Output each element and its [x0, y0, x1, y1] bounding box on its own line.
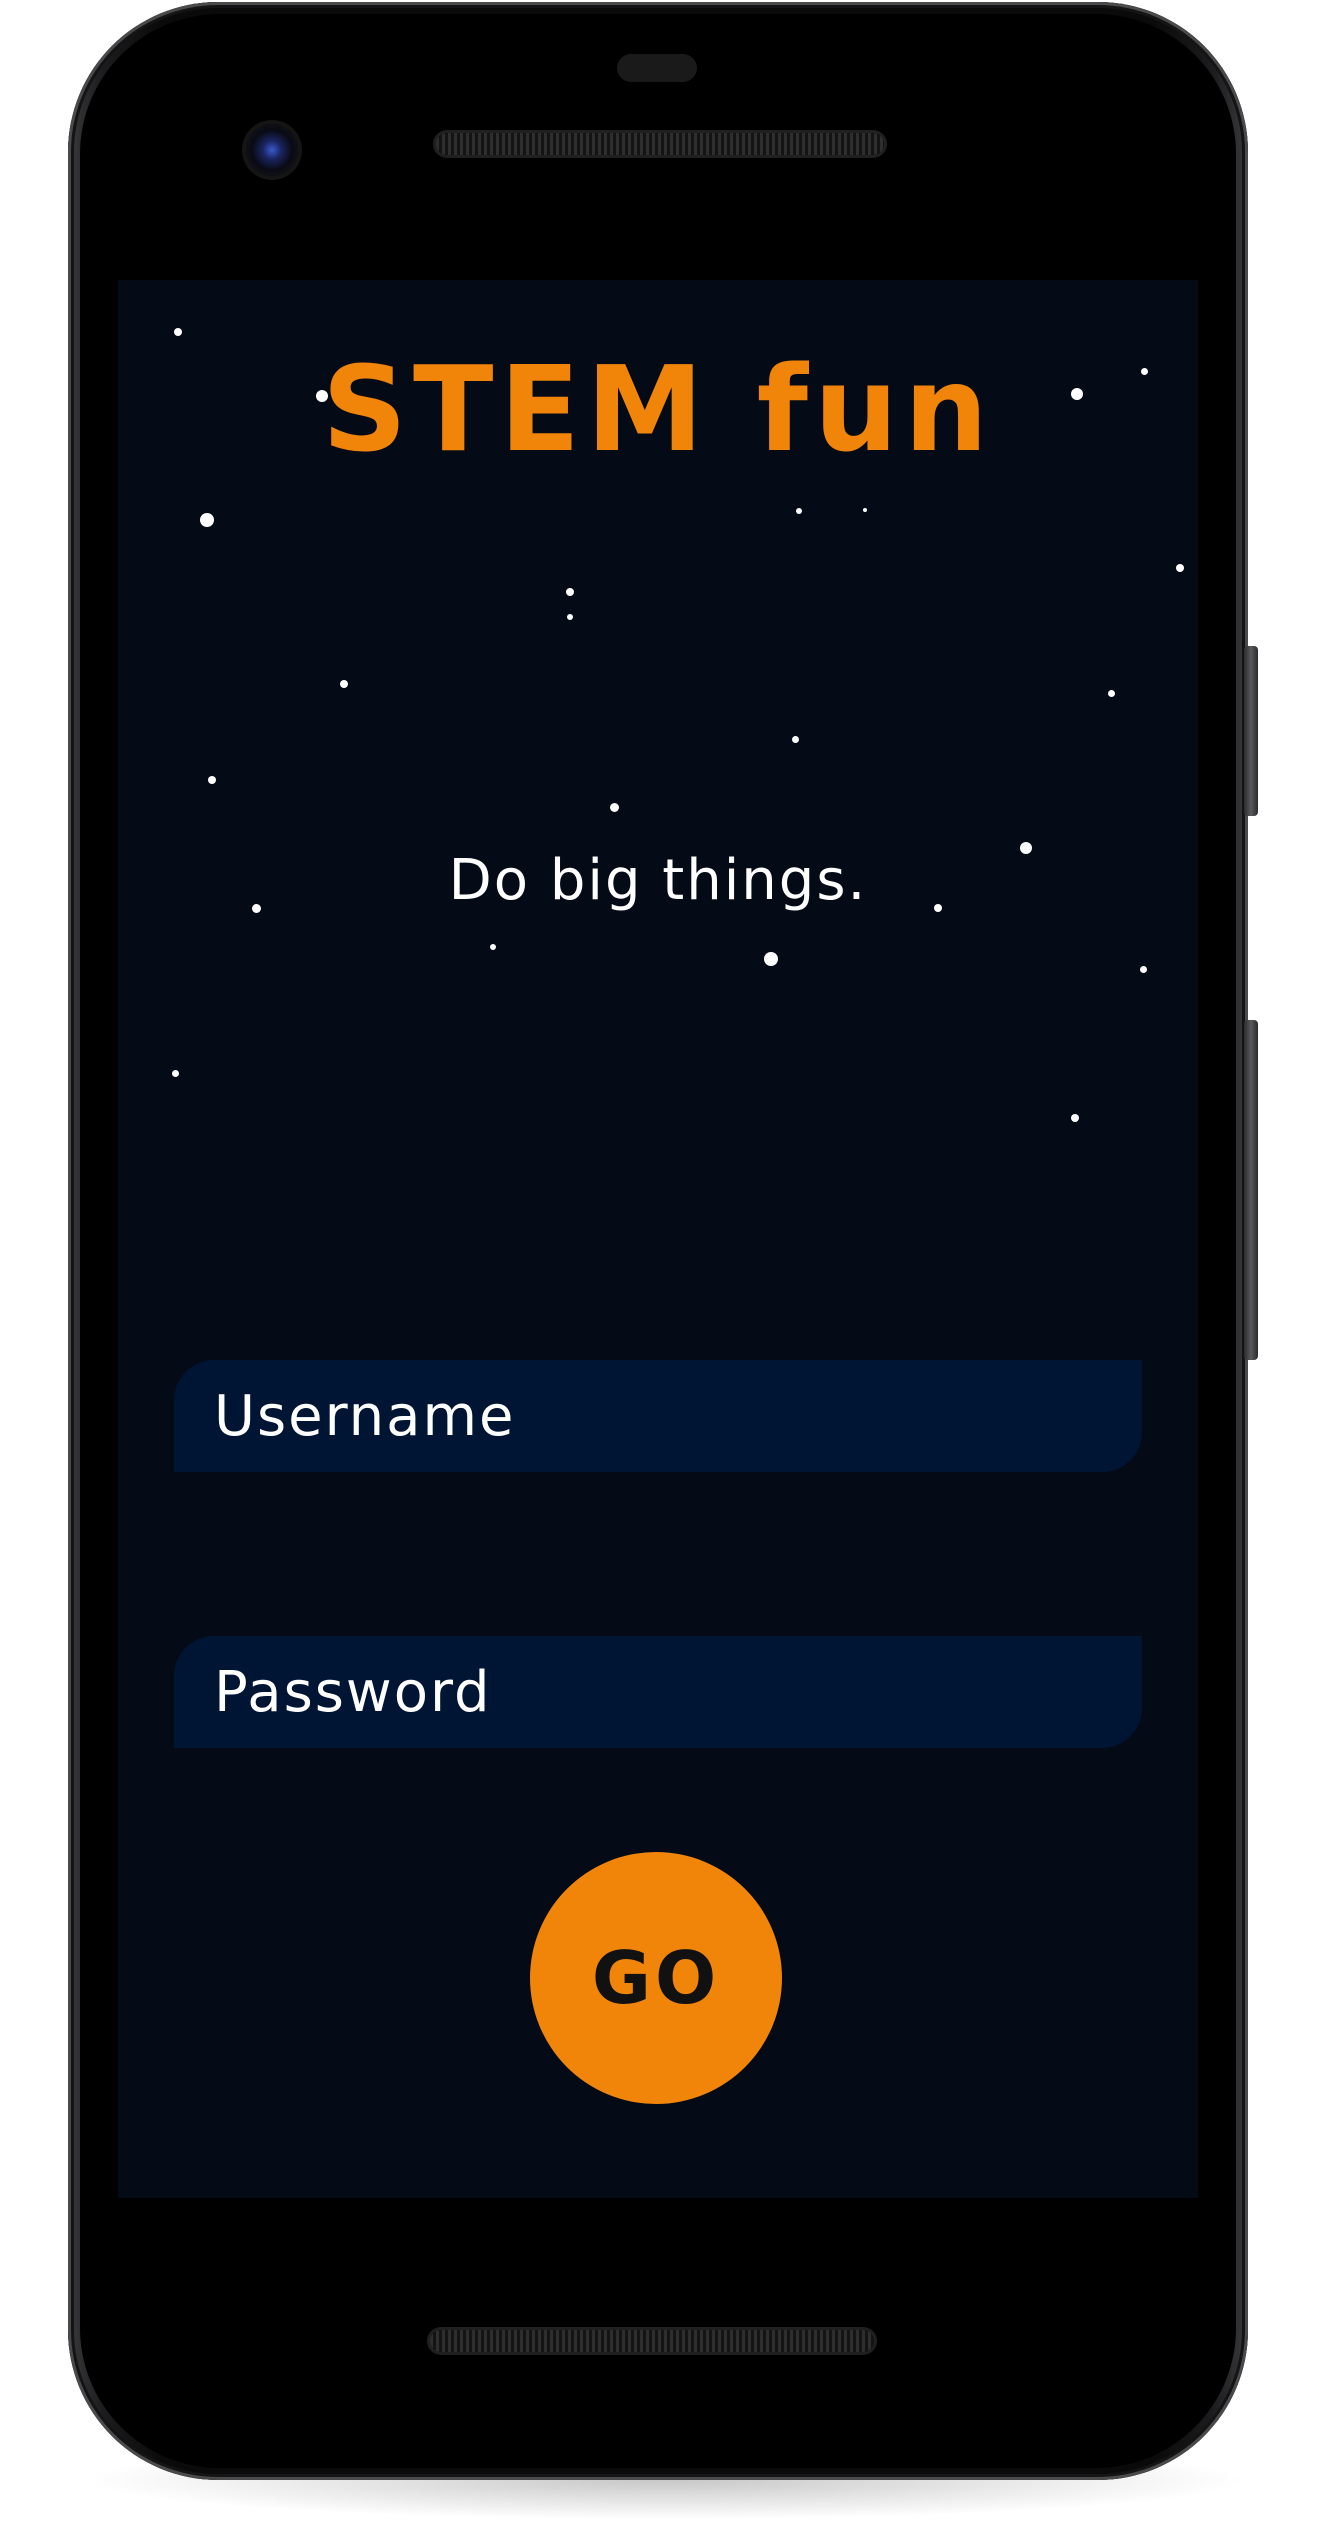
star: [172, 1070, 179, 1077]
star: [174, 328, 182, 336]
username-input[interactable]: Username: [174, 1360, 1142, 1472]
earpiece: [617, 54, 697, 82]
page: STEM fun Do big things. Username Passwor…: [0, 0, 1330, 2532]
tagline: Do big things.: [448, 848, 868, 913]
star: [340, 680, 348, 688]
volume-button: [1244, 1020, 1258, 1360]
star: [1176, 564, 1184, 572]
top-speaker-grille: [436, 133, 884, 155]
power-button: [1244, 646, 1258, 816]
bottom-speaker-grille: [430, 2330, 874, 2352]
star: [200, 513, 214, 527]
star: [490, 944, 496, 950]
username-placeholder: Username: [214, 1383, 516, 1449]
star: [208, 776, 216, 784]
star: [863, 508, 867, 512]
star: [796, 508, 802, 514]
star: [610, 803, 619, 812]
front-camera-icon: [246, 124, 298, 176]
star: [1071, 1114, 1079, 1122]
star: [792, 736, 799, 743]
star: [567, 614, 573, 620]
star: [764, 952, 778, 966]
go-button-label: GO: [591, 1936, 721, 2020]
go-button[interactable]: GO: [530, 1852, 782, 2104]
star: [1108, 690, 1115, 697]
password-input[interactable]: Password: [174, 1636, 1142, 1748]
star: [1140, 966, 1147, 973]
password-placeholder: Password: [214, 1659, 492, 1725]
app-title: STEM fun: [322, 340, 994, 478]
star: [566, 588, 574, 596]
app-screen: STEM fun Do big things. Username Passwor…: [118, 280, 1198, 2198]
